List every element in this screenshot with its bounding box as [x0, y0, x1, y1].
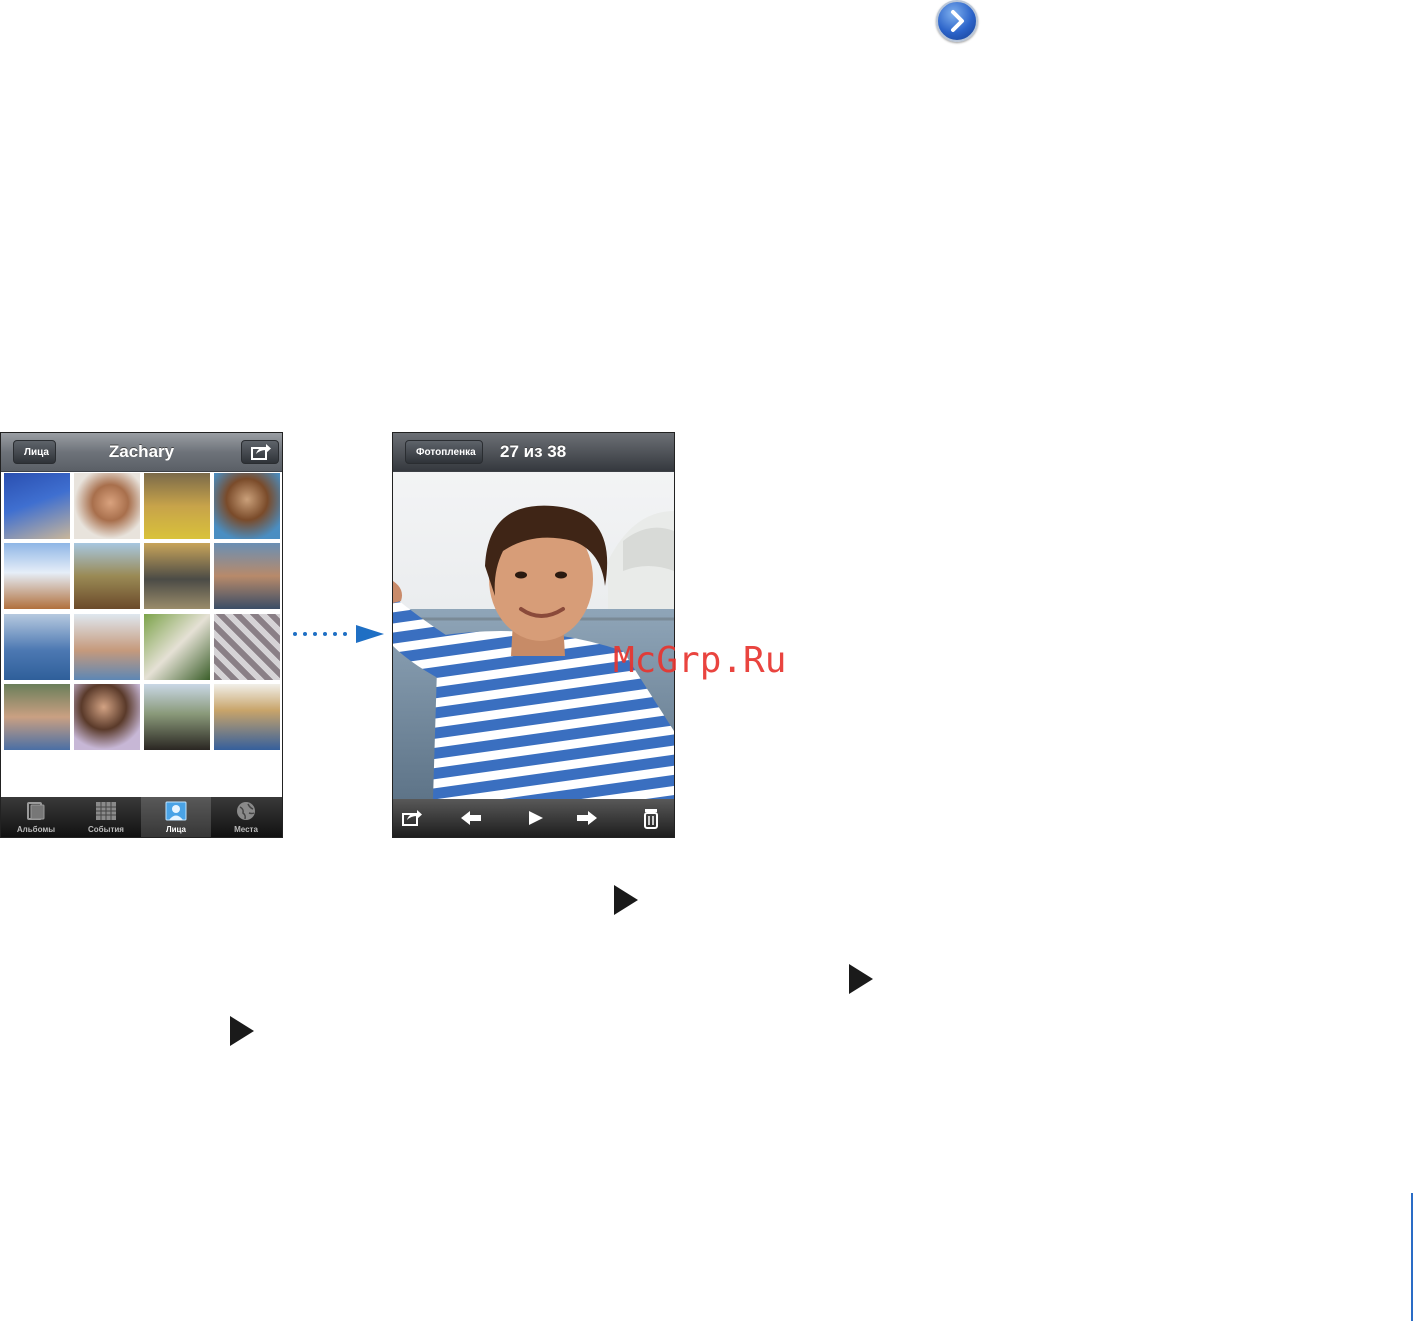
- tab-places[interactable]: Места: [211, 797, 281, 837]
- photo-viewer-screen: Фотопленка 27 из 38: [392, 432, 675, 838]
- photo-thumbnail[interactable]: [4, 473, 70, 539]
- disclosure-button[interactable]: [936, 0, 978, 42]
- photo-thumbnail[interactable]: [74, 614, 140, 680]
- tab-bar: Альбомы События Лица Места: [1, 797, 282, 837]
- photo-thumbnail[interactable]: [214, 614, 280, 680]
- photo-thumbnail[interactable]: [4, 614, 70, 680]
- photo-thumbnail[interactable]: [214, 684, 280, 750]
- navigation-bar: Фотопленка 27 из 38: [393, 433, 674, 472]
- photo-counter: 27 из 38: [500, 442, 567, 461]
- share-icon: [251, 444, 271, 460]
- tab-label: Альбомы: [16, 825, 56, 834]
- photo-thumbnail[interactable]: [4, 684, 70, 750]
- page-title: Zachary: [108, 442, 175, 461]
- photo-thumbnail[interactable]: [144, 614, 210, 680]
- photo-thumbnail[interactable]: [144, 543, 210, 609]
- tab-label: События: [88, 825, 124, 834]
- navigation-bar: Лица Zachary: [1, 433, 282, 472]
- next-arrow-icon[interactable]: [575, 807, 599, 829]
- chevron-right-icon: [951, 10, 964, 32]
- photo-thumbnail[interactable]: [144, 684, 210, 750]
- tab-label: Места: [234, 825, 258, 834]
- places-icon: [237, 802, 255, 820]
- watermark-text: McGrp.Ru: [613, 640, 787, 681]
- page-edge-rule: [1411, 1193, 1413, 1321]
- triangle-bullet-icon: [230, 1016, 254, 1046]
- photo-toolbar: [393, 799, 674, 837]
- triangle-bullet-icon: [849, 964, 873, 994]
- transition-arrow-icon: [293, 625, 384, 643]
- share-button[interactable]: [241, 440, 279, 464]
- share-icon[interactable]: [401, 807, 425, 829]
- photo-thumbnail[interactable]: [214, 543, 280, 609]
- tab-albums[interactable]: Альбомы: [1, 797, 71, 837]
- tab-events[interactable]: События: [71, 797, 141, 837]
- faces-icon: [165, 801, 187, 821]
- photo-thumbnail[interactable]: [74, 684, 140, 750]
- photo-thumbnail[interactable]: [74, 473, 140, 539]
- photo-thumbnail[interactable]: [74, 543, 140, 609]
- photo-thumbnail[interactable]: [214, 473, 280, 539]
- trash-icon[interactable]: [639, 807, 663, 829]
- photo-thumbnail[interactable]: [4, 543, 70, 609]
- boy-photo: [393, 471, 674, 799]
- tab-faces[interactable]: Лица: [141, 797, 211, 837]
- previous-arrow-icon[interactable]: [459, 807, 483, 829]
- play-icon[interactable]: [523, 807, 547, 829]
- photo-thumbnail[interactable]: [144, 473, 210, 539]
- full-photo[interactable]: [393, 471, 674, 799]
- faces-album-screen: Лица Zachary Альбомы События Лица Места: [0, 432, 283, 838]
- triangle-bullet-icon: [614, 885, 638, 915]
- tab-label: Лица: [166, 825, 186, 834]
- albums-icon: [27, 802, 45, 820]
- events-icon: [96, 802, 116, 820]
- back-button[interactable]: Фотопленка: [405, 440, 483, 464]
